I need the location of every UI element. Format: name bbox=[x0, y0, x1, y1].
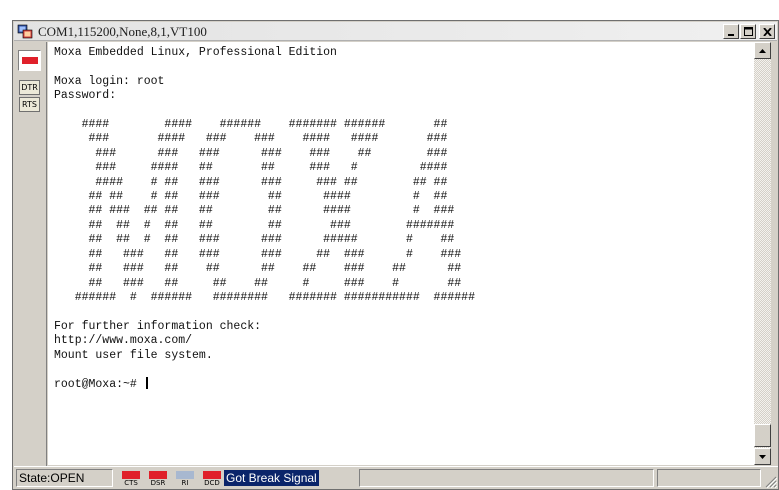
close-icon bbox=[762, 27, 772, 36]
close-button[interactable] bbox=[759, 24, 775, 39]
status-panel-empty bbox=[657, 469, 761, 487]
cts-led-icon bbox=[122, 471, 140, 479]
maximize-button[interactable] bbox=[740, 24, 756, 39]
modem-control-sidebar: DTR RTS bbox=[14, 42, 47, 482]
minimize-icon bbox=[728, 33, 734, 36]
minimize-button[interactable] bbox=[723, 24, 739, 39]
connect-toggle-button[interactable] bbox=[18, 50, 41, 71]
ri-lamp: RI bbox=[174, 469, 196, 487]
terminal-app-icon bbox=[17, 24, 33, 39]
arrow-down-icon bbox=[759, 454, 766, 459]
cts-lamp: CTS bbox=[120, 469, 142, 487]
status-panel-empty bbox=[359, 469, 654, 487]
terminal-output: Moxa Embedded Linux, Professional Editio… bbox=[54, 46, 475, 392]
ri-led-icon bbox=[176, 471, 194, 479]
terminal-screen[interactable]: Moxa Embedded Linux, Professional Editio… bbox=[48, 42, 754, 465]
dsr-label: DSR bbox=[150, 479, 166, 487]
dsr-led-icon bbox=[149, 471, 167, 479]
disconnect-red-icon bbox=[22, 57, 38, 64]
dcd-label: DCD bbox=[204, 479, 220, 487]
dcd-led-icon bbox=[203, 471, 221, 479]
scroll-thumb[interactable] bbox=[754, 424, 771, 447]
text-cursor bbox=[145, 377, 148, 390]
cts-label: CTS bbox=[124, 479, 138, 487]
terminal-window: COM1,115200,None,8,1,VT100 DTR RTS Moxa … bbox=[12, 20, 779, 490]
window-controls bbox=[723, 24, 775, 39]
vertical-scrollbar[interactable] bbox=[754, 42, 771, 465]
rts-toggle[interactable]: RTS bbox=[19, 97, 40, 112]
resize-grip-icon[interactable] bbox=[765, 476, 777, 488]
scroll-up-button[interactable] bbox=[754, 42, 771, 59]
dsr-lamp: DSR bbox=[147, 469, 169, 487]
connection-state: State:OPEN bbox=[16, 469, 113, 487]
scroll-down-button[interactable] bbox=[754, 448, 771, 465]
ri-label: RI bbox=[181, 479, 189, 487]
signal-lamps: CTS DSR RI DCD bbox=[120, 469, 223, 487]
status-bar: State:OPEN CTS DSR RI DCD Got Break Sign… bbox=[14, 466, 778, 489]
dcd-lamp: DCD bbox=[201, 469, 223, 487]
arrow-up-icon bbox=[759, 48, 766, 53]
signal-message: Got Break Signal bbox=[224, 470, 319, 486]
title-bar[interactable]: COM1,115200,None,8,1,VT100 bbox=[14, 22, 777, 41]
maximize-icon bbox=[743, 27, 753, 36]
dtr-toggle[interactable]: DTR bbox=[19, 80, 40, 95]
window-title: COM1,115200,None,8,1,VT100 bbox=[38, 24, 207, 39]
